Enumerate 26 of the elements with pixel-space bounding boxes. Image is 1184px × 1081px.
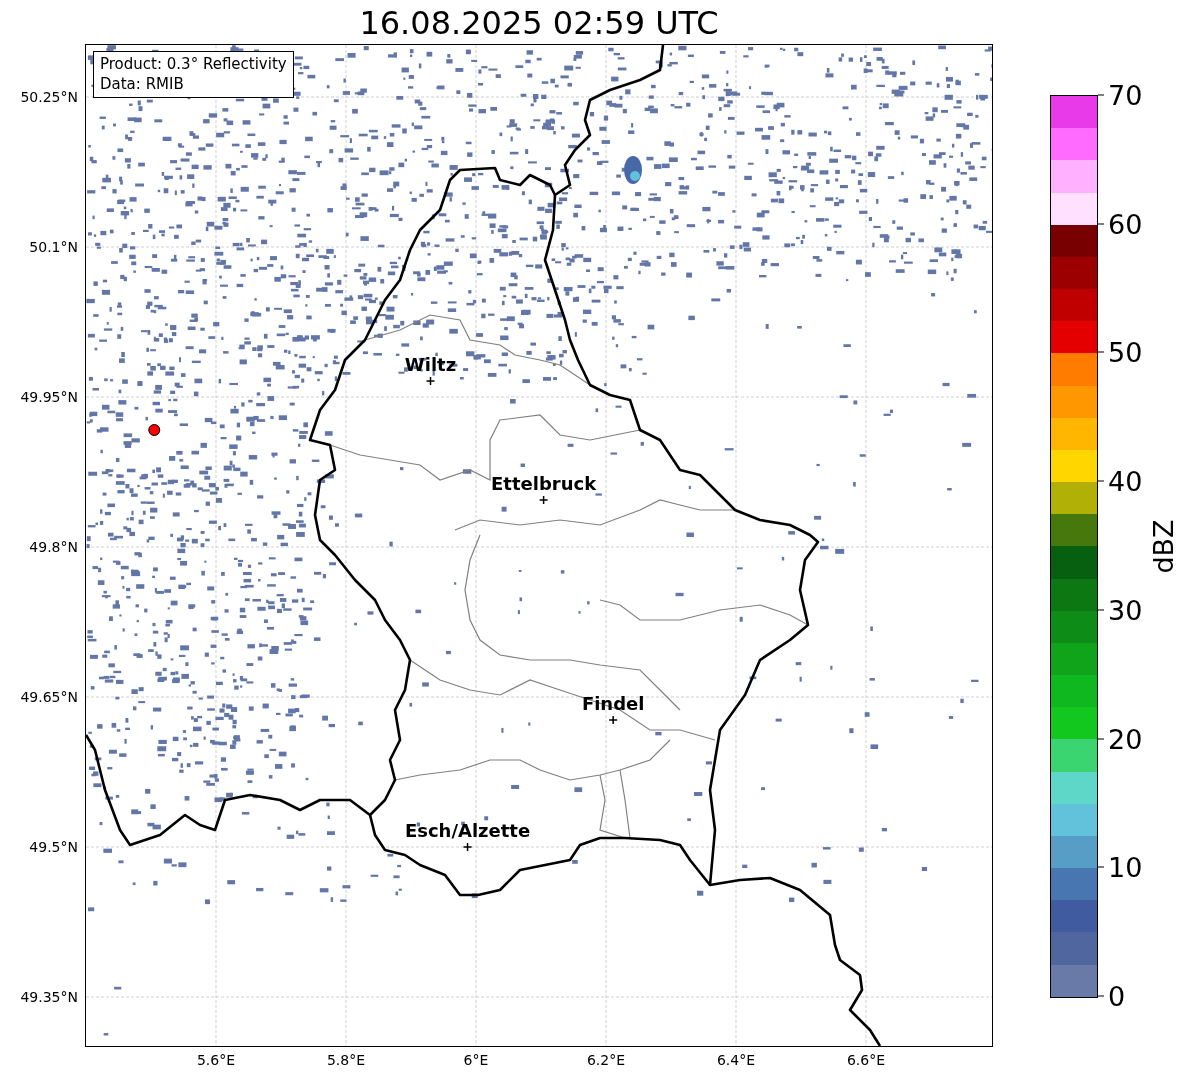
x-tick-label: 5.6°E [196,1052,236,1068]
x-tick-label: 6.4°E [716,1052,756,1068]
y-tick-label: 49.95°N [20,389,78,405]
city-label: Ettelbruck [491,473,597,494]
y-tick-label: 50.1°N [29,239,78,255]
y-tick-label: 50.25°N [20,89,78,105]
city-marker-icon [425,376,436,386]
legend-text: Product: 0.3° Reflectivity [100,54,287,74]
legend-text: Data: RMIB [100,74,185,94]
city-marker-icon [538,495,549,505]
x-tick-label: 6.6°E [846,1052,886,1068]
y-tick-label: 49.65°N [20,689,78,705]
x-tick-label: 6.2°E [586,1052,626,1068]
city-label: Findel [581,693,645,714]
y-tick-label: 49.35°N [20,989,78,1005]
y-tick-label: 49.5°N [29,839,78,855]
city-label: Esch/Alzette [404,820,531,841]
city-label: Wiltz [404,354,457,375]
y-tick-label: 49.8°N [29,539,78,555]
x-tick-label: 5.8°E [326,1052,366,1068]
radar-site-marker [148,424,161,436]
colorbar-label: dBZ [1147,519,1179,574]
city-marker-icon [608,715,618,725]
plot-title: 16.08.2025 02:59 UTC [359,3,719,43]
city-marker-icon [462,842,473,852]
x-tick-label: 6°E [463,1052,489,1068]
